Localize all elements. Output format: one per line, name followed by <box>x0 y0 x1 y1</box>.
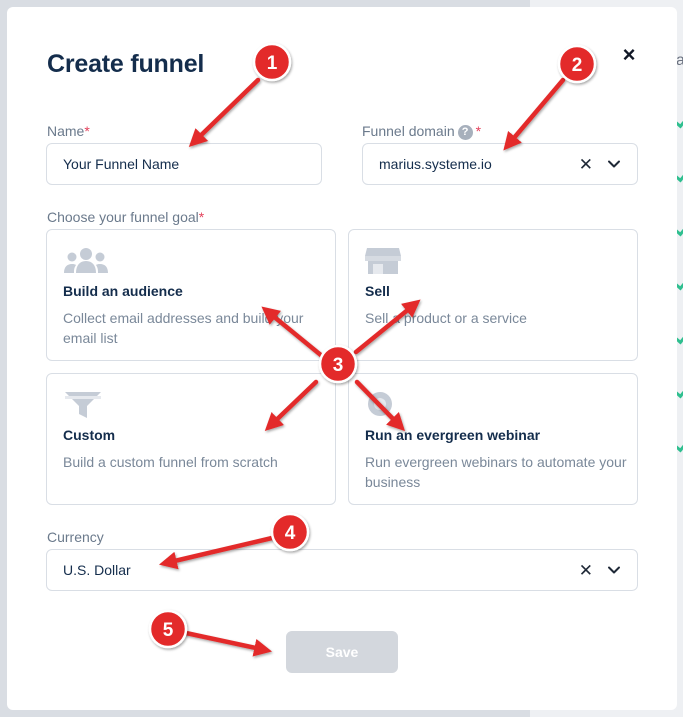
chevron-down-icon[interactable] <box>607 157 621 171</box>
required-mark: * <box>198 209 205 225</box>
domain-value: marius.systeme.io <box>379 156 492 172</box>
modal-title: Create funnel <box>47 50 205 78</box>
funnel-name-input[interactable] <box>46 143 322 185</box>
goal-title: Custom <box>63 427 116 443</box>
goal-card-build-audience[interactable]: Build an audience Collect email addresse… <box>46 229 336 361</box>
required-mark: * <box>84 123 90 139</box>
currency-label: Currency <box>47 529 104 545</box>
clear-icon[interactable]: ✕ <box>579 562 593 579</box>
chevron-down-icon[interactable] <box>607 563 621 577</box>
goal-description: Collect email addresses and build your e… <box>63 310 304 346</box>
goal-description: Run evergreen webinars to automate your … <box>365 454 627 490</box>
goal-title: Run an evergreen webinar <box>365 427 541 443</box>
name-label: Name* <box>47 123 90 139</box>
save-button[interactable]: Save <box>286 631 398 673</box>
goal-title: Build an audience <box>63 283 183 299</box>
goal-description: Build a custom funnel from scratch <box>63 454 278 470</box>
people-icon <box>64 248 108 273</box>
storefront-icon <box>365 248 401 274</box>
goal-title: Sell <box>365 283 390 299</box>
goal-label: Choose your funnel goal* <box>47 209 205 225</box>
help-icon[interactable]: ? <box>457 125 473 140</box>
clear-icon[interactable]: ✕ <box>579 156 593 173</box>
funnel-domain-select[interactable]: marius.systeme.io ✕ <box>362 143 638 185</box>
webinar-icon <box>368 392 392 416</box>
goal-card-sell[interactable]: Sell Sell a product or a service <box>348 229 638 361</box>
background-text: a <box>676 52 683 69</box>
goal-description: Sell a product or a service <box>365 310 527 326</box>
close-icon[interactable]: × <box>619 44 639 66</box>
goal-card-custom[interactable]: Custom Build a custom funnel from scratc… <box>46 373 336 505</box>
currency-value: U.S. Dollar <box>63 562 131 578</box>
create-funnel-modal: Create funnel × Name* Funnel domain?* ma… <box>7 7 677 710</box>
domain-label: Funnel domain? * <box>362 123 482 140</box>
currency-select[interactable]: U.S. Dollar ✕ <box>46 549 638 591</box>
required-mark: * <box>475 123 482 139</box>
goal-card-webinar[interactable]: Run an evergreen webinar Run evergreen w… <box>348 373 638 505</box>
funnel-icon <box>65 392 101 418</box>
